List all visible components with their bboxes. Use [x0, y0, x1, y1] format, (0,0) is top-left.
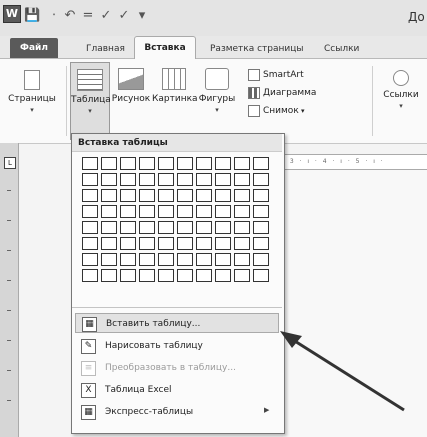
arrow-head [280, 331, 302, 348]
arrow-shaft [289, 336, 405, 412]
annotation-arrow [280, 331, 405, 412]
